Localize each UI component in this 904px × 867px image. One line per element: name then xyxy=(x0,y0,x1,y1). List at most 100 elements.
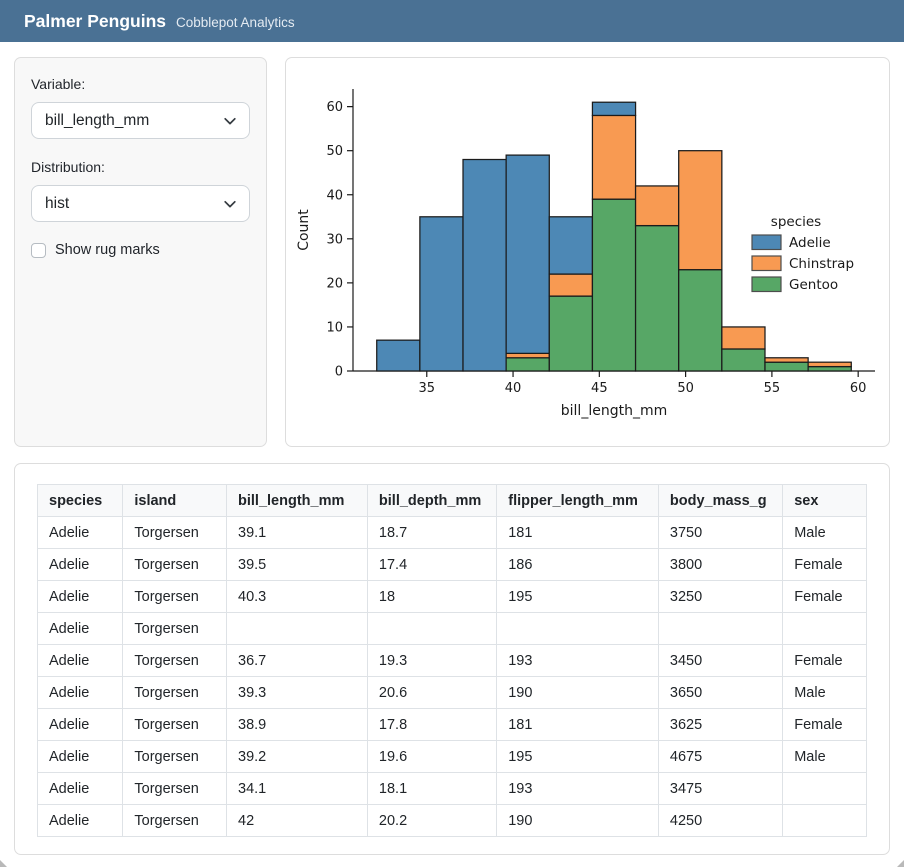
penguins-table: speciesislandbill_length_mmbill_depth_mm… xyxy=(37,484,867,837)
legend-label: Chinstrap xyxy=(789,256,854,272)
distribution-label: Distribution: xyxy=(31,159,250,175)
table-row: AdelieTorgersen39.517.41863800Female xyxy=(38,549,867,581)
table-cell xyxy=(783,773,867,805)
table-cell: Adelie xyxy=(38,581,123,613)
table-cell: Adelie xyxy=(38,645,123,677)
table-cell: 18.7 xyxy=(367,517,496,549)
table-cell: 193 xyxy=(497,645,659,677)
table-cell xyxy=(497,613,659,645)
chart-card: 0102030405060354045505560bill_length_mmC… xyxy=(285,57,890,447)
legend-swatch xyxy=(752,277,781,292)
rug-checkbox-label[interactable]: Show rug marks xyxy=(55,242,160,258)
table-cell xyxy=(783,613,867,645)
hist-bar-segment xyxy=(549,274,592,296)
chevron-down-icon xyxy=(223,197,237,211)
table-cell: Torgersen xyxy=(123,517,227,549)
table-row: AdelieTorgersen34.118.11933475 xyxy=(38,773,867,805)
hist-bar-segment xyxy=(808,362,851,366)
table-cell: Torgersen xyxy=(123,741,227,773)
column-header: flipper_length_mm xyxy=(497,485,659,517)
table-cell: 20.2 xyxy=(367,805,496,837)
hist-bar-segment xyxy=(592,199,635,371)
page-subtitle: Cobblepot Analytics xyxy=(176,15,295,30)
table-cell: Adelie xyxy=(38,613,123,645)
distribution-select[interactable]: hist xyxy=(31,185,250,222)
table-cell: 3800 xyxy=(658,549,782,581)
hist-bar-segment xyxy=(765,358,808,362)
table-cell: Torgersen xyxy=(123,773,227,805)
table-row: AdelieTorgersen39.320.61903650Male xyxy=(38,677,867,709)
hist-bar-segment xyxy=(722,327,765,349)
table-cell: 3750 xyxy=(658,517,782,549)
column-header: island xyxy=(123,485,227,517)
table-cell: Female xyxy=(783,709,867,741)
resize-grip-icon xyxy=(897,860,904,867)
svg-text:55: 55 xyxy=(764,381,781,396)
table-row: AdelieTorgersen40.3181953250Female xyxy=(38,581,867,613)
table-cell: Adelie xyxy=(38,549,123,581)
table-cell: Torgersen xyxy=(123,613,227,645)
svg-text:50: 50 xyxy=(326,144,343,159)
table-cell: 195 xyxy=(497,581,659,613)
table-cell: Torgersen xyxy=(123,645,227,677)
table-cell: Torgersen xyxy=(123,805,227,837)
table-card: speciesislandbill_length_mmbill_depth_mm… xyxy=(14,463,890,855)
table-row: AdelieTorgersen xyxy=(38,613,867,645)
app-header: Palmer Penguins Cobblepot Analytics xyxy=(0,0,904,42)
table-row: AdelieTorgersen38.917.81813625Female xyxy=(38,709,867,741)
table-cell: Adelie xyxy=(38,677,123,709)
column-header: sex xyxy=(783,485,867,517)
table-cell: 19.3 xyxy=(367,645,496,677)
hist-bar-segment xyxy=(377,340,420,371)
table-cell: Male xyxy=(783,677,867,709)
hist-bar-segment xyxy=(592,115,635,199)
hist-bar-segment xyxy=(679,270,722,371)
table-cell: 34.1 xyxy=(227,773,368,805)
table-cell: 3450 xyxy=(658,645,782,677)
table-cell: 36.7 xyxy=(227,645,368,677)
table-cell: Adelie xyxy=(38,517,123,549)
column-header: body_mass_g xyxy=(658,485,782,517)
table-cell: Adelie xyxy=(38,805,123,837)
svg-text:60: 60 xyxy=(850,381,867,396)
table-cell: 3650 xyxy=(658,677,782,709)
column-header: bill_depth_mm xyxy=(367,485,496,517)
resize-grip-icon xyxy=(0,860,7,867)
main-content: Variable: bill_length_mm Distribution: h… xyxy=(0,42,904,855)
table-cell: 193 xyxy=(497,773,659,805)
variable-select-value: bill_length_mm xyxy=(45,112,149,130)
table-cell: 195 xyxy=(497,741,659,773)
table-body: AdelieTorgersen39.118.71813750MaleAdelie… xyxy=(38,517,867,837)
table-cell: 17.4 xyxy=(367,549,496,581)
legend-swatch xyxy=(752,235,781,250)
hist-bar-segment xyxy=(636,226,679,371)
table-cell: 19.6 xyxy=(367,741,496,773)
rug-checkbox[interactable] xyxy=(31,243,46,258)
table-cell xyxy=(367,613,496,645)
table-cell: Torgersen xyxy=(123,677,227,709)
table-cell: 3250 xyxy=(658,581,782,613)
column-header: species xyxy=(38,485,123,517)
svg-text:40: 40 xyxy=(505,381,522,396)
svg-text:0: 0 xyxy=(335,365,343,380)
table-cell: 38.9 xyxy=(227,709,368,741)
legend-label: Gentoo xyxy=(789,277,838,293)
table-cell xyxy=(783,805,867,837)
table-cell: Torgersen xyxy=(123,709,227,741)
table-cell: 18.1 xyxy=(367,773,496,805)
table-cell: 190 xyxy=(497,677,659,709)
hist-bar-segment xyxy=(463,160,506,372)
distribution-select-value: hist xyxy=(45,195,69,213)
table-cell: 42 xyxy=(227,805,368,837)
variable-select[interactable]: bill_length_mm xyxy=(31,102,250,139)
table-cell: 186 xyxy=(497,549,659,581)
hist-bar-segment xyxy=(549,296,592,371)
hist-bar-segment xyxy=(636,186,679,226)
svg-text:10: 10 xyxy=(326,320,343,335)
variable-label: Variable: xyxy=(31,76,250,92)
svg-text:species: species xyxy=(771,214,821,230)
table-cell: 4250 xyxy=(658,805,782,837)
hist-bar-segment xyxy=(808,367,851,371)
legend-label: Adelie xyxy=(789,235,831,251)
column-header: bill_length_mm xyxy=(227,485,368,517)
